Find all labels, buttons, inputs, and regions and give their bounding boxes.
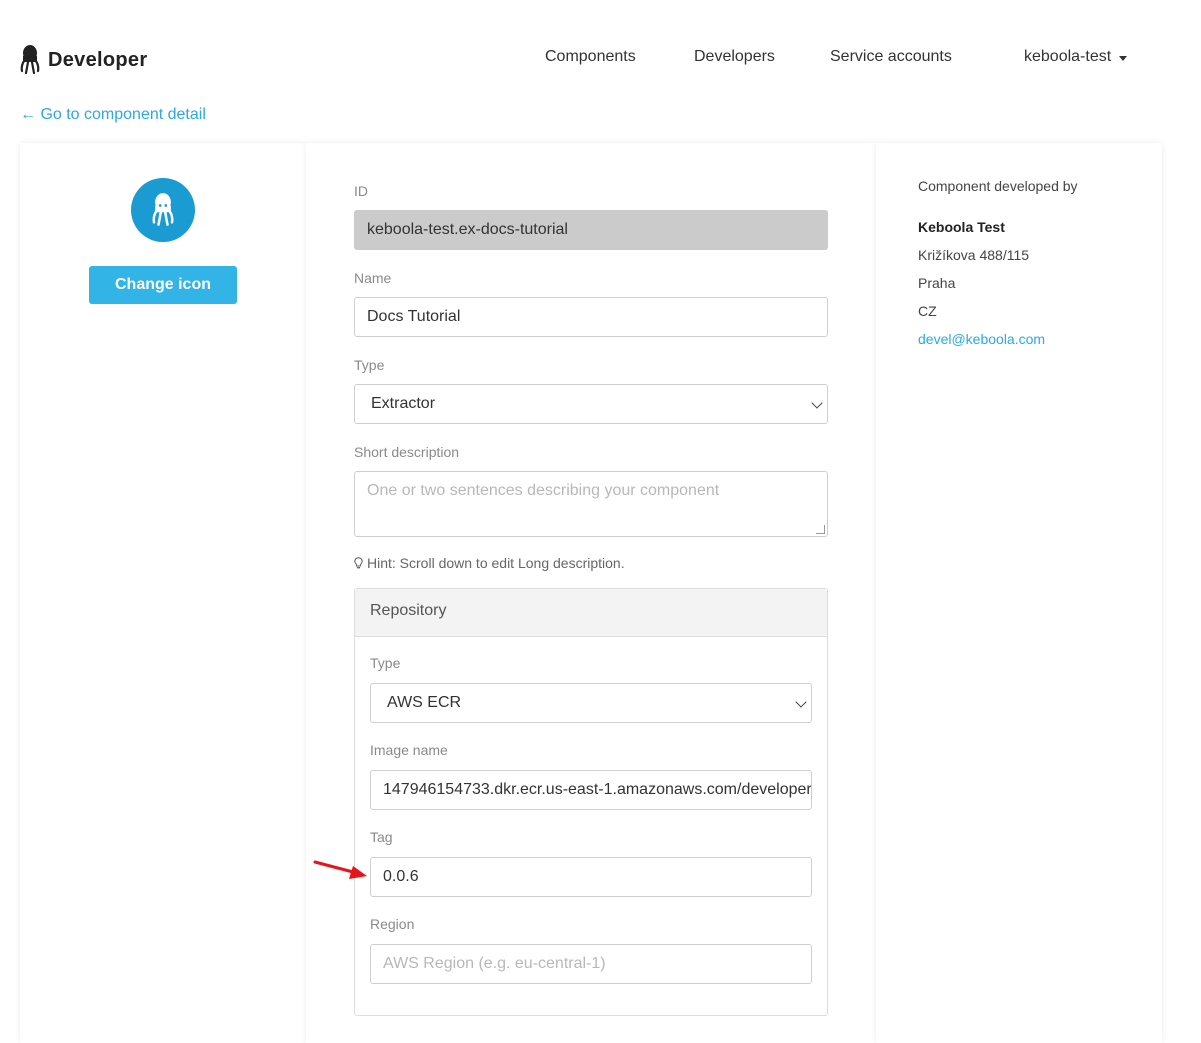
repository-type-value: AWS ECR (387, 694, 462, 711)
repository-type-select[interactable]: AWS ECR (370, 683, 812, 723)
developer-name: Keboola Test (918, 219, 1005, 235)
name-label: Name (354, 270, 392, 286)
brand-name: Developer (48, 48, 148, 71)
nav-developers[interactable]: Developers (694, 48, 775, 66)
back-to-component-link[interactable]: ← Go to component detail (20, 106, 206, 124)
nav-components[interactable]: Components (545, 48, 636, 66)
image-name-field[interactable]: 147946154733.dkr.ecr.us-east-1.amazonaws… (370, 770, 812, 810)
type-select-value: Extractor (371, 395, 436, 412)
id-field: keboola-test.ex-docs-tutorial (354, 210, 828, 250)
developer-country: CZ (918, 303, 937, 319)
id-label: ID (354, 183, 368, 199)
hint-text: Hint: Scroll down to edit Long descripti… (367, 555, 625, 571)
tag-field[interactable]: 0.0.6 (370, 857, 812, 897)
repository-title: Repository (370, 602, 447, 619)
component-icon (131, 178, 195, 242)
user-menu[interactable]: keboola-test (1024, 48, 1128, 66)
chevron-down-icon (811, 397, 823, 409)
top-navbar: Developer Components Developers Service … (0, 0, 1201, 100)
resize-handle-icon[interactable] (816, 525, 825, 534)
image-name-label: Image name (370, 742, 448, 758)
hint: Hint: Scroll down to edit Long descripti… (354, 555, 625, 571)
chevron-down-icon (795, 696, 807, 708)
nav-service-accounts[interactable]: Service accounts (830, 48, 952, 66)
repository-type-label: Type (370, 655, 401, 671)
lightbulb-icon (354, 557, 363, 569)
brand[interactable]: Developer (20, 44, 147, 76)
change-icon-button[interactable]: Change icon (89, 266, 237, 304)
tag-label: Tag (370, 829, 393, 845)
short-description-placeholder: One or two sentences describing your com… (367, 482, 720, 499)
short-description-textarea[interactable]: One or two sentences describing your com… (354, 471, 828, 537)
octopus-logo-icon (20, 45, 40, 75)
region-label: Region (370, 916, 415, 932)
icon-panel: Change icon (20, 143, 306, 1043)
short-description-label: Short description (354, 444, 460, 460)
developer-email-link[interactable]: devel@keboola.com (918, 331, 1045, 347)
repository-panel: Repository Type AWS ECR Image name 14794… (354, 588, 828, 1016)
repository-panel-header: Repository (355, 589, 827, 637)
developed-by-label: Component developed by (918, 178, 1078, 194)
type-select[interactable]: Extractor (354, 384, 828, 424)
developer-info-panel: Component developed by Keboola Test Križ… (876, 143, 1162, 1043)
component-form: ID keboola-test.ex-docs-tutorial Name Do… (306, 143, 876, 1043)
octopus-icon (152, 193, 174, 226)
red-arrow-icon (313, 860, 367, 879)
type-label: Type (354, 357, 385, 373)
user-menu-label: keboola-test (1024, 48, 1112, 65)
region-field[interactable]: AWS Region (e.g. eu-central-1) (370, 944, 812, 984)
name-field[interactable]: Docs Tutorial (354, 297, 828, 337)
developer-city: Praha (918, 275, 956, 291)
caret-down-icon (1119, 55, 1128, 61)
developer-street: Križíkova 488/115 (918, 247, 1030, 263)
